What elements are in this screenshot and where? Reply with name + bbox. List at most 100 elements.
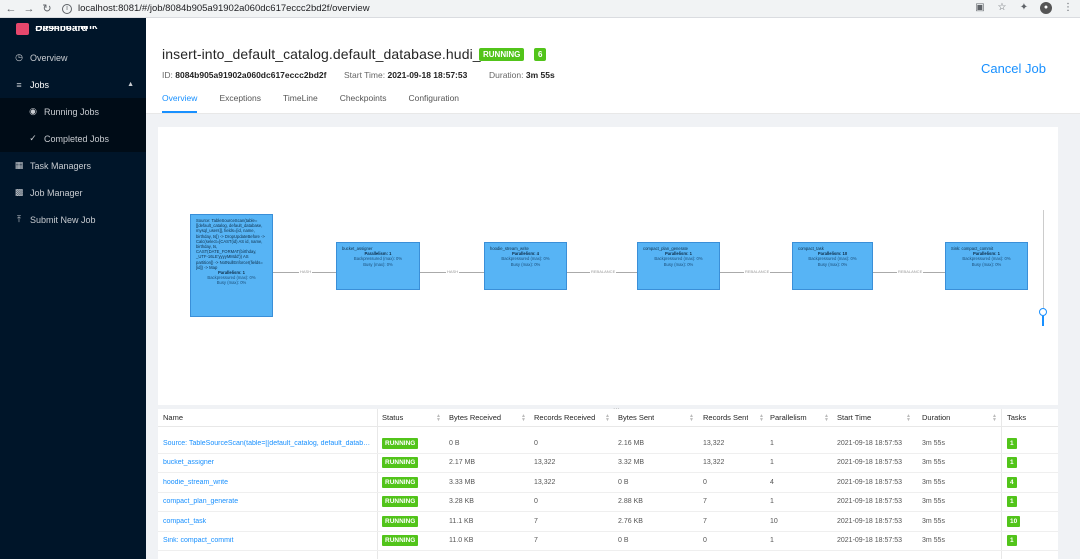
job-start-time: Start Time: 2021-09-18 18:57:53 bbox=[344, 70, 467, 80]
table-row[interactable]: Source: TableSourceScan(table=[[default_… bbox=[158, 434, 1058, 454]
duration: 3m 55s bbox=[922, 478, 945, 486]
sidebar-item-overview[interactable]: ◷ Overview bbox=[0, 44, 146, 71]
col-header-start-time[interactable]: Start Time bbox=[837, 413, 871, 422]
sidebar-item-completed-jobs[interactable]: ✓ Completed Jobs bbox=[0, 125, 146, 152]
status-badge: RUNNING bbox=[382, 457, 419, 469]
job-tabs: Overview Exceptions TimeLine Checkpoints… bbox=[162, 93, 481, 113]
tab-timeline[interactable]: TimeLine bbox=[283, 93, 318, 113]
col-header-records-received[interactable]: Records Received bbox=[534, 413, 595, 422]
sidebar-item-job-manager[interactable]: ▩ Job Manager bbox=[0, 179, 146, 206]
duration: 3m 55s bbox=[922, 517, 945, 525]
tasks-badge: 1 bbox=[1007, 457, 1017, 469]
graph-node-sink-compact-commit[interactable]: Sink: compact_commit Parallelism: 1 Back… bbox=[945, 242, 1028, 290]
tab-exceptions[interactable]: Exceptions bbox=[219, 93, 261, 113]
vertex-name-link[interactable]: Sink: compact_commit bbox=[163, 537, 373, 544]
graph-node-compact-plan-generate[interactable]: compact_plan_generate Parallelism: 1 Bac… bbox=[637, 242, 720, 290]
bytes-received: 3.28 KB bbox=[449, 498, 474, 506]
tab-configuration[interactable]: Configuration bbox=[408, 93, 459, 113]
node-busy: Busy (max): 0% bbox=[510, 261, 541, 267]
graph-node-source[interactable]: Source: TableSourceScan(table=[[default_… bbox=[190, 214, 273, 317]
play-circle-icon: ◉ bbox=[29, 106, 37, 116]
table-row[interactable]: compact_plan_generate RUNNING 3.28 KB 0 … bbox=[158, 493, 1058, 512]
vertex-name-link[interactable]: hoodie_stream_write bbox=[163, 479, 373, 486]
edge-label: HASH bbox=[446, 269, 460, 274]
chevron-up-icon: ▲ bbox=[127, 81, 134, 88]
status-badge: RUNNING bbox=[382, 535, 419, 547]
brand[interactable]: Apache Flink Dashboard bbox=[0, 18, 146, 40]
duration: 3m 55s bbox=[922, 537, 945, 545]
address-bar[interactable]: i localhost:8081/#/job/8084b905a91902a06… bbox=[62, 2, 370, 16]
table-row[interactable]: bucket_assigner RUNNING 2.17 MB 13,322 3… bbox=[158, 454, 1058, 473]
sort-icon[interactable]: ▲ ▼ bbox=[605, 414, 610, 423]
check-circle-icon: ✓ bbox=[29, 133, 37, 143]
duration: 3m 55s bbox=[922, 439, 945, 447]
star-icon[interactable]: ☆ bbox=[996, 2, 1008, 14]
translate-icon[interactable]: ▣ bbox=[974, 2, 986, 14]
graph-node-hoodie-stream-write[interactable]: hoodie_stream_write Parallelism: 4 Backp… bbox=[484, 242, 567, 290]
records-sent: 0 bbox=[703, 478, 707, 486]
records-received: 13,322 bbox=[534, 459, 556, 467]
parallelism: 1 bbox=[770, 498, 774, 506]
flink-logo-icon bbox=[16, 23, 30, 35]
table-row[interactable]: Sink: compact_commit RUNNING 11.0 KB 7 0… bbox=[158, 532, 1058, 551]
bytes-sent: 2.76 KB bbox=[618, 517, 643, 525]
back-icon[interactable]: ← bbox=[4, 2, 18, 16]
col-header-duration[interactable]: Duration bbox=[922, 413, 950, 422]
sidebar-item-task-managers[interactable]: ▦ Task Managers bbox=[0, 152, 146, 179]
sidebar-item-label: Submit New Job bbox=[30, 214, 96, 225]
sidebar-item-running-jobs[interactable]: ◉ Running Jobs bbox=[0, 98, 146, 125]
forward-icon[interactable]: → bbox=[22, 2, 36, 16]
records-received: 0 bbox=[534, 439, 538, 447]
graph-node-compact-task[interactable]: compact_task Parallelism: 10 Backpressur… bbox=[792, 242, 873, 290]
menu-kebab-icon[interactable]: ⋮ bbox=[1062, 2, 1074, 14]
vertex-name-link[interactable]: compact_plan_generate bbox=[163, 498, 373, 505]
sidebar-item-label: Task Managers bbox=[30, 160, 92, 171]
col-header-records-sent[interactable]: Records Sent bbox=[703, 413, 748, 422]
reload-icon[interactable]: ↻ bbox=[40, 2, 54, 16]
records-sent: 0 bbox=[703, 537, 707, 545]
job-task-count-badge: 6 bbox=[534, 48, 547, 61]
tab-overview[interactable]: Overview bbox=[162, 93, 198, 113]
col-header-bytes-received[interactable]: Bytes Received bbox=[449, 413, 501, 422]
vertex-name-link[interactable]: compact_task bbox=[163, 518, 373, 525]
sort-icon[interactable]: ▲ ▼ bbox=[992, 414, 997, 423]
site-info-icon[interactable]: i bbox=[62, 3, 72, 14]
graph-node-bucket-assigner[interactable]: bucket_assigner Parallelism: 1 Backpress… bbox=[336, 242, 420, 290]
sort-icon[interactable]: ▲ ▼ bbox=[689, 414, 694, 423]
profile-avatar-icon[interactable]: ● bbox=[1040, 2, 1052, 14]
zoom-slider-track[interactable] bbox=[1043, 210, 1044, 310]
vertex-name-link[interactable]: bucket_assigner bbox=[163, 459, 373, 466]
sort-icon[interactable]: ▲ ▼ bbox=[436, 414, 441, 423]
job-graph[interactable]: HASH HASH REBALANCE REBALANCE REBALANCE … bbox=[158, 127, 1058, 405]
sidebar-item-jobs[interactable]: ≡ Jobs ▲ bbox=[0, 71, 146, 98]
start-time-label: Start Time: bbox=[344, 70, 386, 80]
records-received: 13,322 bbox=[534, 478, 556, 486]
node-busy: Busy (max): 0% bbox=[363, 261, 393, 267]
col-header-parallelism[interactable]: Parallelism bbox=[770, 413, 807, 422]
job-title: insert-into_default_catalog.default_data… bbox=[162, 46, 524, 62]
col-header-name[interactable]: Name bbox=[163, 413, 183, 422]
duration: 3m 55s bbox=[922, 459, 945, 467]
vertex-name-link[interactable]: Source: TableSourceScan(table=[[default_… bbox=[163, 440, 373, 447]
sort-icon[interactable]: ▲ ▼ bbox=[824, 414, 829, 423]
sort-icon[interactable]: ▲ ▼ bbox=[759, 414, 764, 423]
bytes-sent: 2.16 MB bbox=[618, 439, 645, 447]
zoom-slider-handle[interactable] bbox=[1039, 308, 1047, 316]
cancel-job-button[interactable]: Cancel Job bbox=[981, 61, 1046, 76]
table-row[interactable]: hoodie_stream_write RUNNING 3.33 MB 13,3… bbox=[158, 473, 1058, 493]
node-backpressure: Backpressured (max): 0% bbox=[808, 256, 857, 262]
extensions-icon[interactable]: ✦ bbox=[1018, 2, 1030, 14]
start-time: 2021-09-18 18:57:53 bbox=[837, 498, 902, 506]
col-header-bytes-sent[interactable]: Bytes Sent bbox=[618, 413, 654, 422]
col-header-status[interactable]: Status bbox=[382, 413, 403, 422]
parallelism: 4 bbox=[770, 478, 774, 486]
start-time: 2021-09-18 18:57:53 bbox=[837, 439, 902, 447]
tab-checkpoints[interactable]: Checkpoints bbox=[340, 93, 387, 113]
bytes-sent: 0 B bbox=[618, 478, 629, 486]
table-row[interactable]: compact_task RUNNING 11.1 KB 7 2.76 KB 7… bbox=[158, 512, 1058, 532]
sidebar-item-submit-new-job[interactable]: ⤒ Submit New Job bbox=[0, 206, 146, 233]
sort-icon[interactable]: ▲ ▼ bbox=[906, 414, 911, 423]
table-header: Name Status ▲ ▼ Bytes Received ▲ ▼ Records… bbox=[158, 409, 1058, 427]
sort-icon[interactable]: ▲ ▼ bbox=[521, 414, 526, 423]
tasks-badge: 1 bbox=[1007, 437, 1017, 449]
